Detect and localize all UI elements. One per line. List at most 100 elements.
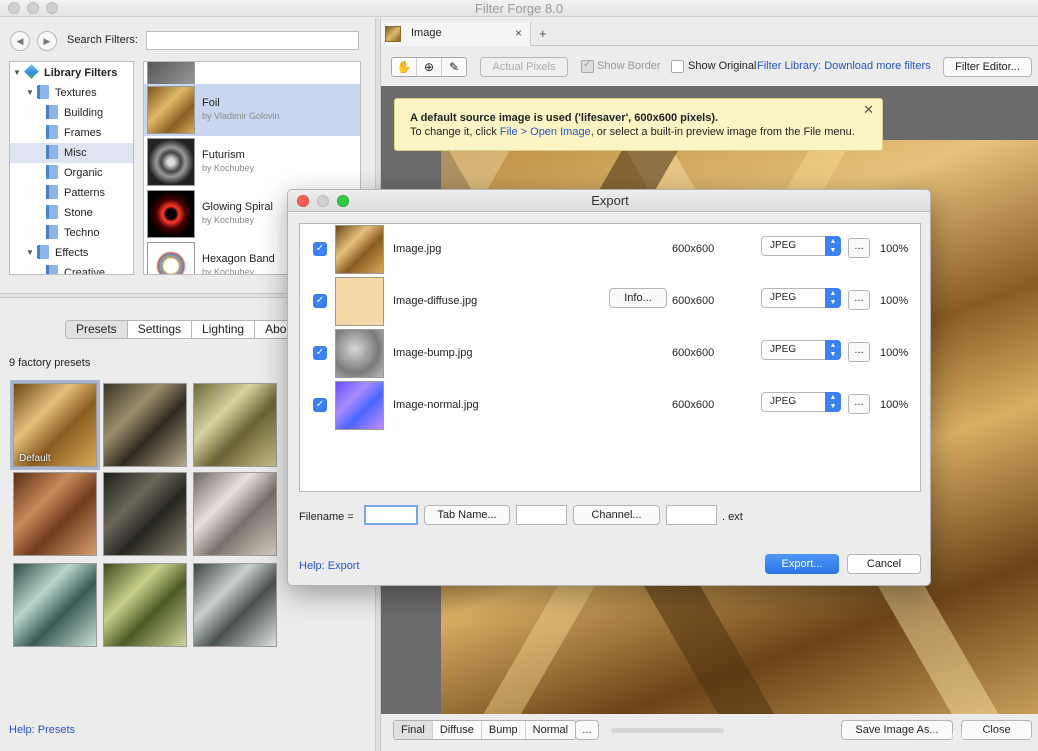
notice-body: To change it, click File > Open Image, o… — [410, 126, 855, 138]
tree-item-patterns[interactable]: Patterns — [10, 183, 133, 203]
tab-settings[interactable]: Settings — [127, 320, 193, 339]
format-options-button[interactable]: ... — [848, 394, 870, 414]
actual-pixels-button[interactable]: Actual Pixels — [480, 57, 568, 77]
preset-thumbnail[interactable] — [13, 563, 97, 647]
tree-item-organic[interactable]: Organic — [10, 163, 133, 183]
export-size: 600x600 — [672, 243, 715, 255]
filename-prefix-field[interactable] — [364, 505, 418, 525]
document-tab-image[interactable]: Image × — [381, 22, 531, 46]
format-options-button[interactable]: ... — [848, 342, 870, 362]
format-value: JPEG — [770, 240, 797, 251]
tree-item-misc[interactable]: Misc — [10, 143, 133, 163]
search-input[interactable] — [146, 31, 359, 50]
disclosure-down-icon[interactable]: ▼ — [13, 63, 23, 83]
tree-item-effects[interactable]: ▼ Effects — [10, 243, 133, 263]
back-button[interactable]: ◀ — [10, 31, 30, 51]
export-checkbox[interactable]: ✓ — [313, 346, 327, 360]
dialog-minimize-button[interactable] — [317, 195, 329, 207]
preset-thumbnail[interactable] — [193, 383, 277, 467]
forward-button[interactable]: ▶ — [37, 31, 57, 51]
export-checkbox[interactable]: ✓ — [313, 398, 327, 412]
format-select[interactable]: JPEG ▲ ▼ — [761, 236, 841, 256]
filter-item-futurism[interactable]: Futurism by Kochubey — [144, 136, 360, 188]
filename-middle-field[interactable] — [516, 505, 567, 525]
tree-item-label: Patterns — [64, 187, 105, 199]
export-dialog: Export ✓ Image.jpg 600x600 JPEG ▲ ▼ ... 10… — [287, 189, 931, 586]
tree-item-techno[interactable]: Techno — [10, 223, 133, 243]
segment-final[interactable]: Final — [394, 721, 433, 739]
search-label: Search Filters: — [67, 34, 138, 46]
segment-diffuse[interactable]: Diffuse — [433, 721, 482, 739]
window-titlebar: Filter Forge 8.0 — [0, 0, 1038, 17]
folder-icon — [46, 265, 58, 274]
tab-name-button[interactable]: Tab Name... — [424, 505, 510, 525]
format-select[interactable]: JPEG ▲ ▼ — [761, 288, 841, 308]
export-list: ✓ Image.jpg 600x600 JPEG ▲ ▼ ... 100% ✓ Im… — [299, 223, 921, 492]
hand-tool-icon[interactable]: ✋ — [392, 58, 417, 76]
preset-thumbnail[interactable] — [103, 472, 187, 556]
show-border-label: Show Border — [597, 60, 661, 72]
export-row[interactable]: ✓ Image.jpg 600x600 JPEG ▲ ▼ ... 100% — [300, 224, 920, 276]
preset-thumbnail[interactable]: Default — [10, 380, 100, 470]
filename-label: Filename = — [299, 511, 354, 523]
export-row[interactable]: ✓ Image-normal.jpg 600x600 JPEG ▲ ▼ ... 10… — [300, 380, 920, 432]
close-notice-icon[interactable]: ✕ — [863, 102, 874, 118]
export-row[interactable]: ✓ Image-bump.jpg 600x600 JPEG ▲ ▼ ... 100% — [300, 328, 920, 380]
more-channels-button[interactable]: ... — [575, 720, 599, 740]
zoom-tool-icon[interactable]: ⊕ — [417, 58, 442, 76]
preset-thumbnail[interactable] — [193, 472, 277, 556]
export-checkbox[interactable]: ✓ — [313, 294, 327, 308]
filter-name: Foil — [202, 97, 220, 109]
checkmark-icon: ✓ — [583, 59, 592, 70]
export-filename: Image-bump.jpg — [393, 347, 473, 359]
close-tab-icon[interactable]: × — [515, 26, 522, 40]
preset-thumbnail[interactable] — [193, 563, 277, 647]
export-checkbox[interactable]: ✓ — [313, 242, 327, 256]
open-image-link[interactable]: File > Open Image — [500, 126, 591, 138]
add-tab-icon[interactable]: + — [539, 26, 547, 41]
chevron-left-icon: ◀ — [16, 36, 24, 46]
disclosure-down-icon[interactable]: ▼ — [26, 243, 36, 263]
show-original-checkbox[interactable] — [671, 60, 684, 73]
preset-thumbnail[interactable] — [13, 472, 97, 556]
channel-button[interactable]: Channel... — [573, 505, 660, 525]
format-options-button[interactable]: ... — [848, 238, 870, 258]
segment-normal[interactable]: Normal — [526, 721, 575, 739]
format-select[interactable]: JPEG ▲ ▼ — [761, 340, 841, 360]
filter-thumbnail — [147, 138, 195, 186]
segment-bump[interactable]: Bump — [482, 721, 526, 739]
dialog-close-button[interactable] — [297, 195, 309, 207]
cancel-button[interactable]: Cancel — [847, 554, 921, 574]
channel-segments: Final Diffuse Bump Normal — [393, 720, 577, 740]
preset-thumbnail[interactable] — [103, 563, 187, 647]
help-presets-link[interactable]: Help: Presets — [9, 724, 75, 736]
tree-item-library-filters[interactable]: ▼ Library Filters — [10, 63, 133, 83]
help-export-link[interactable]: Help: Export — [299, 560, 360, 572]
folder-icon — [46, 145, 58, 159]
tree-item-frames[interactable]: Frames — [10, 123, 133, 143]
category-tree[interactable]: ▼ Library Filters ▼ Textures Building Fr… — [9, 61, 134, 275]
disclosure-down-icon[interactable]: ▼ — [26, 83, 36, 103]
info-button[interactable]: Info... — [609, 288, 667, 308]
format-options-button[interactable]: ... — [848, 290, 870, 310]
filename-suffix-field[interactable] — [666, 505, 717, 525]
tree-item-stone[interactable]: Stone — [10, 203, 133, 223]
tab-presets[interactable]: Presets — [65, 320, 128, 339]
preset-thumbnail[interactable] — [103, 383, 187, 467]
filter-library-link[interactable]: Filter Library: Download more filters — [757, 60, 931, 72]
filter-item-foil[interactable]: Foil by Vladimir Golovin — [144, 84, 360, 136]
export-button[interactable]: Export... — [765, 554, 839, 574]
eyedropper-tool-icon[interactable]: ✎ — [442, 58, 466, 76]
tab-lighting[interactable]: Lighting — [192, 320, 256, 339]
export-row[interactable]: ✓ Image-diffuse.jpg Info... 600x600 JPEG… — [300, 276, 920, 328]
tree-item-label: Techno — [64, 227, 100, 239]
filter-editor-button[interactable]: Filter Editor... — [943, 57, 1032, 77]
tree-item-creative[interactable]: Creative — [10, 263, 133, 274]
tree-item-label: Textures — [55, 87, 97, 99]
tree-item-building[interactable]: Building — [10, 103, 133, 123]
default-image-notice: A default source image is used ('lifesav… — [394, 98, 883, 151]
tree-item-textures[interactable]: ▼ Textures — [10, 83, 133, 103]
show-border-checkbox[interactable]: ✓ — [581, 59, 594, 73]
dialog-zoom-button[interactable] — [337, 195, 349, 207]
format-select[interactable]: JPEG ▲ ▼ — [761, 392, 841, 412]
